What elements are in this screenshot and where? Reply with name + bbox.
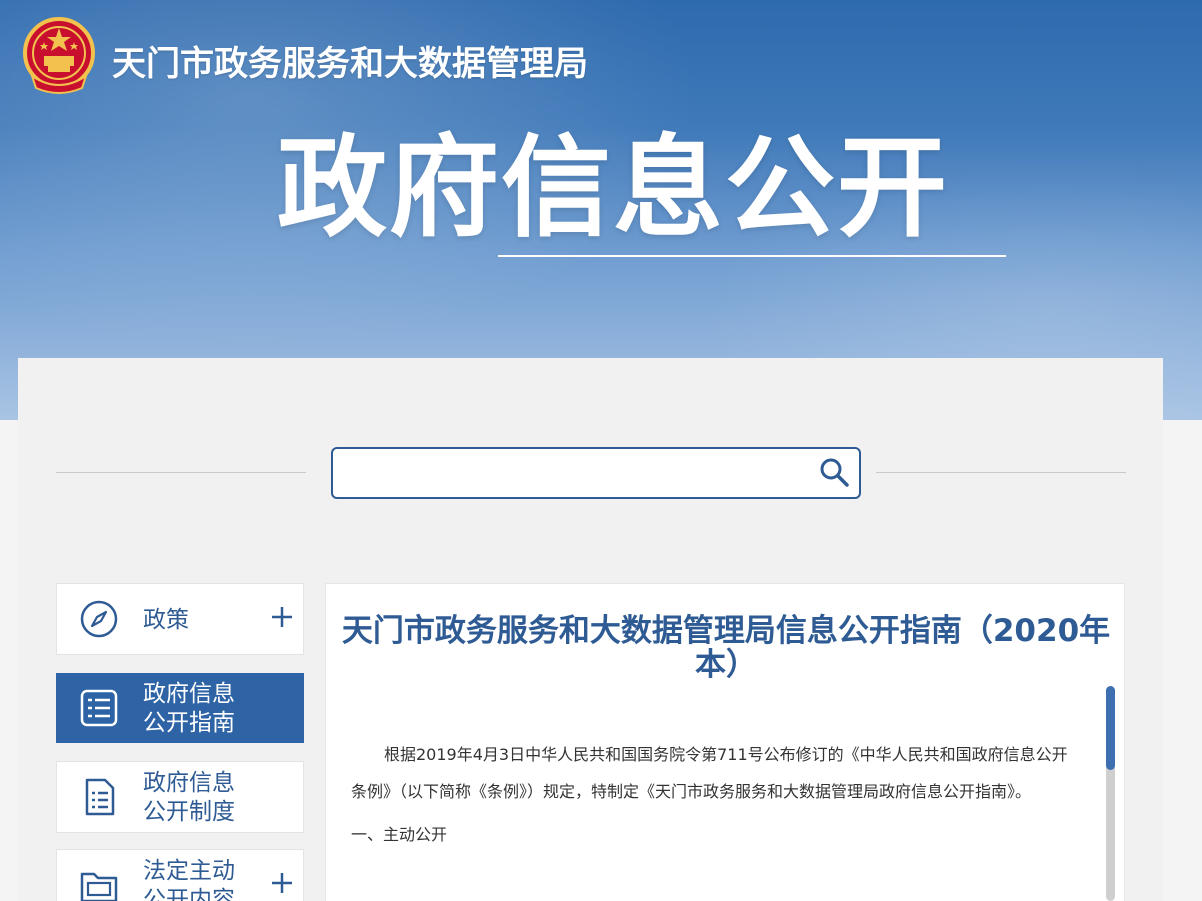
sidebar-item-statutory-content[interactable]: 法定主动 公开内容 — [56, 849, 304, 901]
sidebar-item-policy[interactable]: 政策 — [56, 583, 304, 655]
compass-icon — [80, 600, 118, 638]
expand-plus-icon[interactable] — [271, 606, 293, 628]
search-icon[interactable] — [818, 456, 850, 488]
site-title: 天门市政务服务和大数据管理局 — [112, 44, 588, 84]
document-icon — [85, 778, 115, 816]
document-paragraph: 根据2019年4月3日中华人民共和国国务院令第711号公布修订的《中华人民共和国… — [351, 745, 1068, 801]
sidebar-item-label: 政策 — [143, 607, 189, 633]
search-box[interactable] — [331, 447, 861, 499]
search-divider-left — [56, 472, 306, 473]
expand-plus-icon[interactable] — [271, 872, 293, 894]
search-input[interactable] — [343, 457, 807, 489]
sidebar-item-label: 法定主动 公开内容 — [143, 858, 235, 901]
document-list-icon — [80, 689, 118, 727]
document-section-heading: 一、主动公开 — [351, 825, 448, 844]
sidebar-item-disclosure-system[interactable]: 政府信息 公开制度 — [56, 761, 304, 833]
folder-icon — [80, 872, 118, 901]
document-content: 天门市政务服务和大数据管理局信息公开指南（2020年本） 根据2019年4月3日… — [325, 583, 1125, 901]
document-title: 天门市政务服务和大数据管理局信息公开指南（2020年本） — [341, 613, 1111, 683]
sidebar-item-disclosure-guide[interactable]: 政府信息 公开指南 — [56, 673, 304, 743]
sidebar-item-label: 政府信息 公开制度 — [143, 770, 235, 825]
search-divider-right — [876, 472, 1126, 473]
hero-underline — [498, 255, 1006, 257]
national-emblem-icon — [23, 17, 95, 94]
scrollbar-thumb[interactable] — [1106, 686, 1115, 770]
content-scrollbar[interactable] — [1106, 686, 1115, 901]
sidebar-item-label: 政府信息 公开指南 — [143, 681, 235, 736]
hero-title: 政府信息公开 — [277, 124, 949, 252]
header-banner: 天门市政务服务和大数据管理局 政府信息公开 — [0, 0, 1202, 420]
document-body: 根据2019年4月3日中华人民共和国国务院令第711号公布修订的《中华人民共和国… — [351, 736, 1071, 853]
